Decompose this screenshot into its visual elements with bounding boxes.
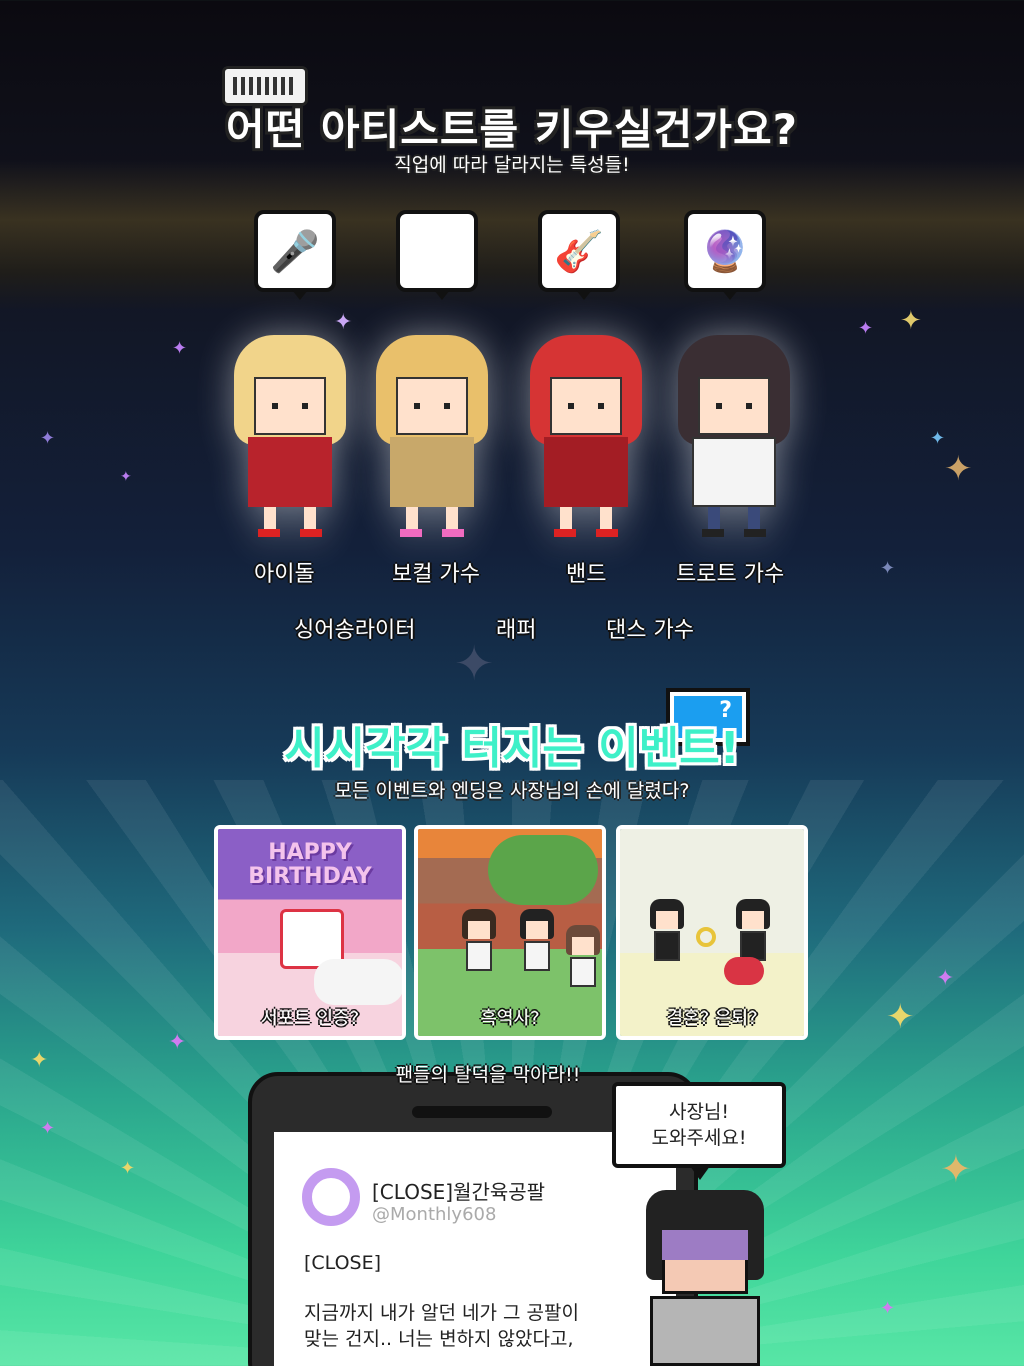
idol-character (220, 325, 360, 540)
sparkle-icon: ✦ (930, 428, 946, 449)
event-card-wedding: 결혼? 은퇴? (616, 825, 808, 1040)
bouquet-icon (724, 957, 764, 985)
sparkle-icon: ✦ (886, 997, 915, 1037)
stage-audience-band (0, 160, 1024, 310)
sparkle-icon: ✦ (120, 1158, 136, 1179)
sparkle-icon: ✦ (940, 1147, 972, 1191)
trot-singer-character (664, 325, 804, 540)
sparkle-icon: ✦ (120, 469, 132, 485)
job-label-band: 밴드 (566, 562, 607, 587)
section1-subtitle: 직업에 따라 달라지는 특성들! (394, 154, 630, 176)
flowers-icon (314, 959, 402, 1005)
tree-icon (488, 835, 598, 905)
sparkle-icon: ✦ (880, 558, 896, 579)
event-caption: 결혼? 은퇴? (666, 1008, 758, 1029)
event-caption: 흑역사? (480, 1008, 540, 1029)
account-name: [CLOSE]월간육공팔 (372, 1180, 546, 1204)
speech-line: 사장님! (668, 1101, 730, 1123)
post-body: 지금까지 내가 알던 네가 그 공팔이 맞는 건지.. 너는 변하지 않았다고, (304, 1300, 634, 1352)
boss-character (640, 1180, 770, 1366)
job-label-trot: 트로트 가수 (676, 562, 785, 587)
sparkle-icon: ✦ (172, 338, 188, 359)
post-tag: [CLOSE] (304, 1252, 382, 1274)
job-label-songwriter: 싱어송라이터 (294, 618, 416, 643)
event-caption: 서포트 인증? (260, 1008, 360, 1029)
speech-line: 도와주세요! (651, 1127, 747, 1149)
job-label-rapper: 래퍼 (496, 618, 537, 643)
vocal-singer-character (362, 325, 502, 540)
electric-guitar-icon: 🎸 (538, 210, 620, 300)
sparkle-icon: ✦ (168, 1030, 187, 1055)
happy-birthday-sign: HAPPY BIRTHDAY (248, 840, 372, 889)
sparkle-icon: ✦ (944, 449, 973, 489)
event-card-support: HAPPY BIRTHDAY 서포트 인증? (214, 825, 406, 1040)
job-label-dance: 댄스 가수 (606, 618, 694, 643)
phone-speaker (412, 1106, 552, 1118)
person-figure (566, 925, 600, 995)
sparkle-icon: ✦ (40, 428, 56, 449)
speech-bubble: 사장님! 도와주세요! (612, 1082, 786, 1180)
account-handle: @Monthly608 (372, 1204, 497, 1225)
person-figure (462, 909, 496, 979)
sparkle-icon: ✦ (936, 966, 955, 991)
section2-title: 시시각각 터지는 이벤트! (284, 723, 740, 774)
sparkle-icon: ✦ (858, 318, 874, 339)
sparkle-icon: ✦ (900, 306, 922, 336)
sparkle-icon: ✦ (40, 1118, 56, 1139)
section1-title: 어떤 아티스트를 키우실건가요? (226, 105, 798, 154)
avatar (302, 1168, 360, 1226)
sparkle-icon: ✦ (454, 636, 495, 692)
silver-microphone-icon: 🎙 (396, 210, 478, 300)
job-label-vocal: 보컬 가수 (392, 562, 480, 587)
post-body-line: 지금까지 내가 알던 네가 그 공팔이 (304, 1302, 579, 1324)
section3-label: 팬들의 탈덕을 막아라!! (395, 1064, 581, 1086)
groom-figure (650, 899, 684, 969)
post-body-line: 맞는 건지.. 너는 변하지 않았다고, (304, 1328, 574, 1350)
gold-microphone-icon: 🎤 (254, 210, 336, 300)
section2-subtitle: 모든 이벤트와 엔딩은 사장님의 손에 달렸다? (334, 780, 690, 802)
band-character (516, 325, 656, 540)
person-figure (520, 909, 554, 979)
disco-ball-icon: 🔮 (684, 210, 766, 300)
event-card-dark-past: 흑역사? (414, 825, 606, 1040)
ring-icon (696, 927, 716, 947)
job-label-idol: 아이돌 (254, 562, 315, 587)
sparkle-icon: ✦ (880, 1298, 896, 1319)
